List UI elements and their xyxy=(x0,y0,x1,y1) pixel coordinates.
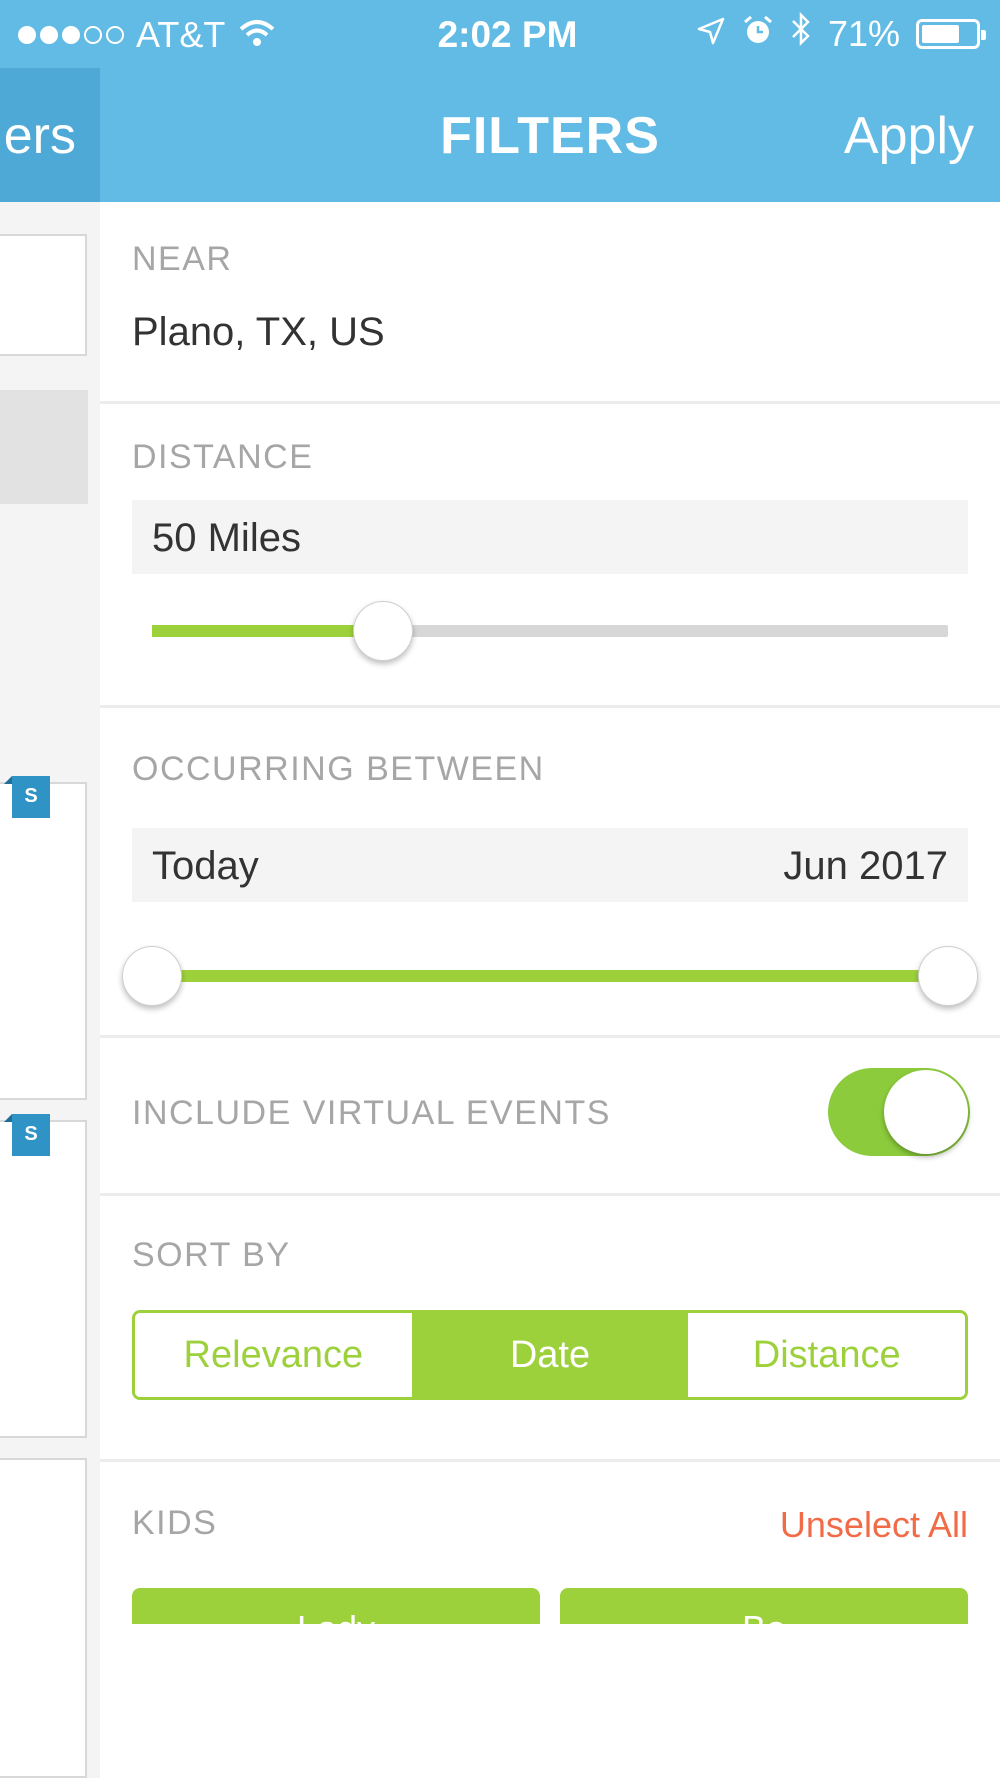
back-panel[interactable]: ers xyxy=(0,68,100,202)
alarm-icon xyxy=(742,13,774,55)
date-range-fill xyxy=(152,970,948,982)
kids-chip-label: Lady xyxy=(132,1588,540,1624)
date-from-value: Today xyxy=(152,844,259,888)
sort-option-relevance[interactable]: Relevance xyxy=(135,1313,412,1397)
occurring-label: OCCURRING BETWEEN xyxy=(132,750,545,788)
filters-panel: NEAR Plano, TX, US DISTANCE 50 Miles OCC… xyxy=(100,202,1000,1778)
apply-button[interactable]: Apply xyxy=(844,106,974,166)
distance-label: DISTANCE xyxy=(132,438,314,476)
distance-section: DISTANCE 50 Miles xyxy=(100,404,1000,708)
nav-bar: ers FILTERS Apply xyxy=(0,68,1000,202)
sort-label: SORT BY xyxy=(132,1236,291,1274)
status-bar: AT&T 2:02 PM 71% xyxy=(0,0,1000,68)
background-card[interactable] xyxy=(0,1458,87,1778)
battery-icon xyxy=(916,18,986,49)
near-location-value[interactable]: Plano, TX, US xyxy=(132,310,385,355)
sort-segmented-control: Relevance Date Distance xyxy=(132,1310,968,1400)
distance-slider-fill xyxy=(152,625,383,637)
near-label: NEAR xyxy=(132,240,233,278)
sort-option-date[interactable]: Date xyxy=(411,1313,689,1397)
date-range-end-thumb[interactable] xyxy=(918,946,978,1006)
occurring-section: OCCURRING BETWEEN Today Jun 2017 xyxy=(100,708,1000,1038)
sort-option-distance[interactable]: Distance xyxy=(688,1313,965,1397)
background-card[interactable] xyxy=(0,234,87,356)
kids-chip[interactable]: Bo xyxy=(560,1588,968,1624)
bluetooth-icon xyxy=(790,11,812,55)
distance-slider-thumb[interactable] xyxy=(352,601,413,661)
back-label[interactable]: ers xyxy=(4,106,76,166)
background-card[interactable] xyxy=(0,1120,87,1438)
event-badge: S xyxy=(4,1114,50,1156)
virtual-events-label: INCLUDE VIRTUAL EVENTS xyxy=(132,1094,611,1132)
virtual-events-section: INCLUDE VIRTUAL EVENTS xyxy=(100,1038,1000,1196)
distance-value-box: 50 Miles xyxy=(132,500,968,574)
location-icon xyxy=(696,13,726,55)
sort-section: SORT BY Relevance Date Distance xyxy=(100,1196,1000,1462)
toggle-knob xyxy=(884,1070,968,1154)
date-to-value: Jun 2017 xyxy=(783,844,948,888)
background-card[interactable] xyxy=(0,782,87,1100)
kids-chip-label: Bo xyxy=(560,1588,968,1624)
near-section[interactable]: NEAR Plano, TX, US xyxy=(100,202,1000,404)
status-right-group: 71% xyxy=(696,11,986,55)
date-range-box: Today Jun 2017 xyxy=(132,828,968,902)
background-event-list: S S xyxy=(0,202,100,1778)
date-range-start-thumb[interactable] xyxy=(122,946,182,1006)
battery-percent: 71% xyxy=(827,12,900,54)
event-badge: S xyxy=(4,776,50,818)
unselect-all-button[interactable]: Unselect All xyxy=(780,1504,968,1546)
distance-value: 50 Miles xyxy=(152,516,301,560)
date-range-track[interactable] xyxy=(152,970,948,982)
kids-chip[interactable]: Lady xyxy=(132,1588,540,1624)
distance-slider-track[interactable] xyxy=(152,625,948,637)
kids-section: KIDS Unselect All Lady Bo xyxy=(100,1462,1000,1778)
kids-label: KIDS xyxy=(132,1504,218,1542)
virtual-events-toggle[interactable] xyxy=(828,1068,970,1156)
background-row xyxy=(0,390,88,504)
